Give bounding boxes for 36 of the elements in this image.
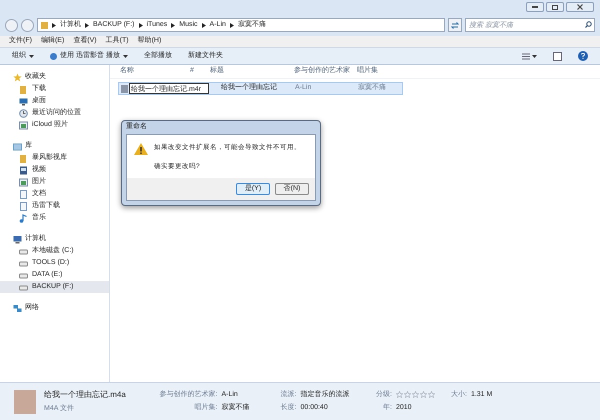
network-icon bbox=[13, 304, 22, 312]
refresh-icon bbox=[451, 22, 459, 28]
minimize-button[interactable] bbox=[526, 2, 544, 12]
warning-icon bbox=[134, 143, 148, 155]
music-note-icon bbox=[19, 214, 28, 222]
chevron-icon bbox=[85, 22, 89, 28]
caret-icon bbox=[122, 54, 128, 58]
restore-button[interactable] bbox=[546, 2, 564, 12]
chevron-icon bbox=[138, 22, 142, 28]
chevron-icon bbox=[202, 22, 206, 28]
folder-icon bbox=[41, 21, 48, 29]
folder-icon bbox=[19, 154, 28, 162]
audio-file-icon bbox=[121, 84, 128, 92]
file-name: 给我一个理由忘记.m4a bbox=[44, 388, 127, 401]
close-icon bbox=[577, 4, 583, 10]
photo-placeholder bbox=[14, 390, 36, 414]
monitor-icon bbox=[19, 96, 28, 106]
folder-icon bbox=[19, 84, 28, 94]
library-icon bbox=[13, 142, 22, 150]
close-button[interactable] bbox=[566, 2, 594, 12]
clock-icon bbox=[19, 108, 28, 118]
picture-icon bbox=[19, 120, 28, 130]
chevron-icon bbox=[171, 22, 176, 28]
view-options-button[interactable] bbox=[522, 52, 537, 60]
chevron-icon bbox=[230, 22, 234, 28]
computer-icon bbox=[13, 234, 22, 244]
star-icon bbox=[13, 72, 22, 82]
chevron-icon bbox=[52, 22, 56, 28]
film-icon bbox=[19, 166, 28, 174]
caret-icon bbox=[532, 54, 537, 58]
help-button[interactable] bbox=[578, 51, 588, 61]
refresh-button[interactable] bbox=[448, 18, 462, 32]
search-icon bbox=[585, 21, 592, 28]
caret-icon bbox=[29, 54, 34, 58]
picture-icon bbox=[19, 178, 28, 186]
preview-pane-button[interactable] bbox=[553, 52, 562, 60]
